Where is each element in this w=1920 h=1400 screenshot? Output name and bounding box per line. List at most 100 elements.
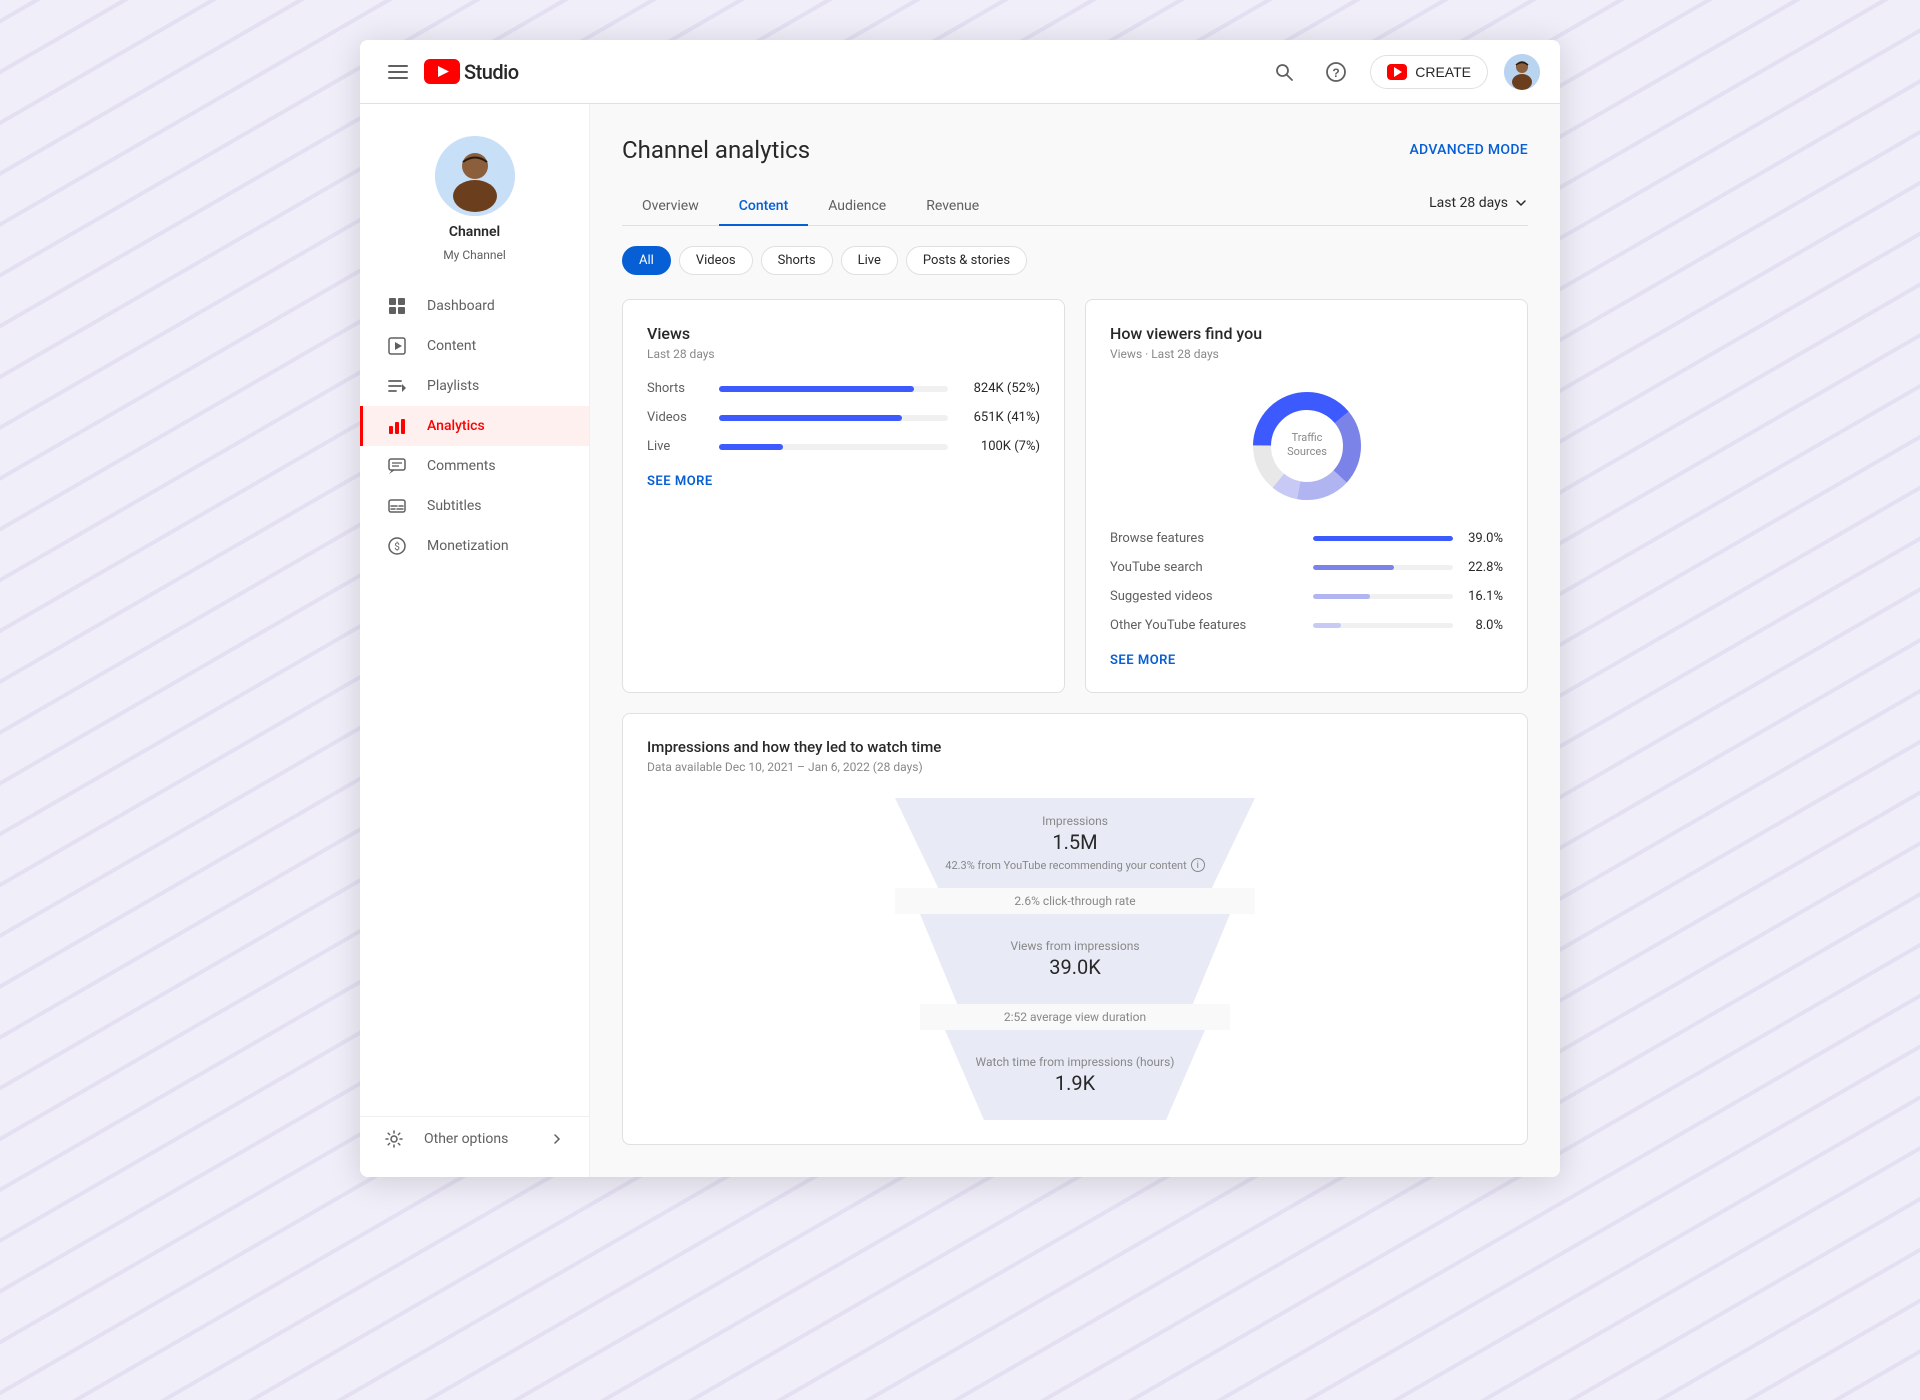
view-bar-container-videos	[719, 415, 948, 421]
view-bar-videos	[719, 415, 902, 421]
traffic-see-more[interactable]: SEE MORE	[1110, 653, 1176, 668]
funnel-impressions-block: Impressions 1.5M 42.3% from YouTube reco…	[895, 798, 1255, 888]
chip-all[interactable]: All	[622, 246, 671, 275]
chip-posts[interactable]: Posts & stories	[906, 246, 1027, 275]
views-see-more[interactable]: SEE MORE	[647, 474, 713, 489]
funnel-wrapper: Impressions 1.5M 42.3% from YouTube reco…	[647, 798, 1503, 1120]
search-button[interactable]	[1266, 54, 1302, 90]
sidebar-item-analytics[interactable]: Analytics	[360, 406, 589, 446]
view-item-videos: Videos 651K (41%)	[647, 410, 1040, 425]
create-icon	[1387, 64, 1407, 80]
traffic-list: Browse features 39.0% YouTube search 2	[1110, 531, 1503, 633]
header-actions: ? CREATE	[1266, 54, 1540, 90]
svg-text:Sources: Sources	[1287, 445, 1327, 458]
traffic-item-search: YouTube search 22.8%	[1110, 560, 1503, 575]
traffic-pct-suggested: 16.1%	[1463, 589, 1503, 604]
traffic-label-other: Other YouTube features	[1110, 618, 1303, 633]
view-bar-shorts	[719, 386, 914, 392]
svg-text:$: $	[394, 540, 400, 553]
funnel-watchtime-value: 1.9K	[1055, 1071, 1095, 1095]
tab-content[interactable]: Content	[719, 188, 809, 226]
avatar-image	[1504, 54, 1540, 90]
traffic-card-title: How viewers find you	[1110, 324, 1503, 343]
sidebar-item-label-content: Content	[427, 338, 476, 354]
help-button[interactable]: ?	[1318, 54, 1354, 90]
advanced-mode-button[interactable]: ADVANCED MODE	[1409, 142, 1528, 158]
traffic-card-subtitle: Views · Last 28 days	[1110, 347, 1503, 361]
traffic-bar-suggested	[1313, 594, 1370, 599]
views-card-title: Views	[647, 324, 1040, 343]
traffic-pct-other: 8.0%	[1463, 618, 1503, 633]
traffic-pct-search: 22.8%	[1463, 560, 1503, 575]
sidebar: Channel My Channel Dashboard	[360, 104, 590, 1177]
chip-live[interactable]: Live	[841, 246, 898, 275]
sidebar-item-content[interactable]: Content	[360, 326, 589, 366]
header: Studio ? CREATE	[360, 40, 1560, 104]
funnel-gap-1: 2.6% click-through rate	[895, 888, 1255, 914]
traffic-bar-container-browse	[1313, 536, 1453, 541]
view-bar-live	[719, 444, 783, 450]
sidebar-item-label-subtitles: Subtitles	[427, 498, 482, 514]
channel-avatar-image	[435, 136, 515, 216]
funnel-watchtime-label: Watch time from impressions (hours)	[975, 1055, 1174, 1069]
traffic-bar-container-suggested	[1313, 594, 1453, 599]
impressions-subtitle: Data available Dec 10, 2021 – Jan 6, 202…	[647, 760, 1503, 774]
logo-text: Studio	[464, 60, 519, 84]
funnel-views-value: 39.0K	[1049, 955, 1101, 979]
chevron-right-icon	[549, 1131, 565, 1147]
funnel-views-label: Views from impressions	[1010, 939, 1139, 953]
other-options-button[interactable]: Other options	[360, 1117, 589, 1161]
view-bar-container-live	[719, 444, 948, 450]
funnel-impressions-note: 42.3% from YouTube recommending your con…	[945, 858, 1204, 872]
avatar[interactable]	[1504, 54, 1540, 90]
tabs-bar: Overview Content Audience Revenue Last 2…	[622, 188, 1528, 226]
chip-videos[interactable]: Videos	[679, 246, 753, 275]
tab-audience[interactable]: Audience	[808, 188, 906, 226]
traffic-card: How viewers find you Views · Last 28 day…	[1085, 299, 1528, 693]
views-list: Shorts 824K (52%) Videos 651K (41%)	[647, 381, 1040, 454]
views-card: Views Last 28 days Shorts 824K (52%) Vid…	[622, 299, 1065, 693]
donut-svg: Traffic Sources	[1242, 381, 1372, 511]
view-value-videos: 651K (41%)	[960, 410, 1040, 425]
svg-text:?: ?	[1333, 66, 1340, 80]
content-icon	[387, 336, 407, 356]
funnel-impressions-value: 1.5M	[1052, 830, 1097, 854]
funnel-gap-2: 2:52 average view duration	[920, 1004, 1230, 1030]
sidebar-item-dashboard[interactable]: Dashboard	[360, 286, 589, 326]
traffic-bar-other	[1313, 623, 1341, 628]
sidebar-item-label-analytics: Analytics	[427, 418, 485, 434]
info-icon[interactable]: i	[1191, 858, 1205, 872]
traffic-item-suggested: Suggested videos 16.1%	[1110, 589, 1503, 604]
logo: Studio	[424, 59, 519, 84]
view-value-live: 100K (7%)	[960, 439, 1040, 454]
sidebar-item-subtitles[interactable]: Subtitles	[360, 486, 589, 526]
view-label-live: Live	[647, 439, 707, 454]
traffic-label-search: YouTube search	[1110, 560, 1303, 575]
view-item-live: Live 100K (7%)	[647, 439, 1040, 454]
chip-shorts[interactable]: Shorts	[761, 246, 833, 275]
date-range-selector[interactable]: Last 28 days	[1429, 188, 1528, 225]
cards-row: Views Last 28 days Shorts 824K (52%) Vid…	[622, 299, 1528, 693]
sidebar-item-comments[interactable]: Comments	[360, 446, 589, 486]
layout: Channel My Channel Dashboard	[360, 104, 1560, 1177]
settings-icon	[384, 1129, 404, 1149]
menu-button[interactable]	[380, 54, 416, 90]
tab-overview[interactable]: Overview	[622, 188, 719, 226]
other-options-label: Other options	[424, 1131, 508, 1147]
main-content: Channel analytics ADVANCED MODE Overview…	[590, 104, 1560, 1177]
filter-chips: All Videos Shorts Live Posts & stories	[622, 246, 1528, 275]
tab-revenue[interactable]: Revenue	[906, 188, 999, 226]
traffic-label-suggested: Suggested videos	[1110, 589, 1303, 604]
funnel-impressions-label: Impressions	[1042, 814, 1108, 828]
sidebar-item-label-comments: Comments	[427, 458, 496, 474]
create-button[interactable]: CREATE	[1370, 55, 1488, 89]
impressions-card: Impressions and how they led to watch ti…	[622, 713, 1528, 1145]
date-range-label: Last 28 days	[1429, 195, 1508, 211]
channel-avatar	[435, 136, 515, 216]
view-bar-container-shorts	[719, 386, 948, 392]
create-label: CREATE	[1415, 64, 1471, 80]
sidebar-item-playlists[interactable]: Playlists	[360, 366, 589, 406]
sidebar-item-monetization[interactable]: $ Monetization	[360, 526, 589, 566]
youtube-logo-icon	[424, 59, 460, 84]
channel-sub-label: My Channel	[443, 248, 506, 262]
